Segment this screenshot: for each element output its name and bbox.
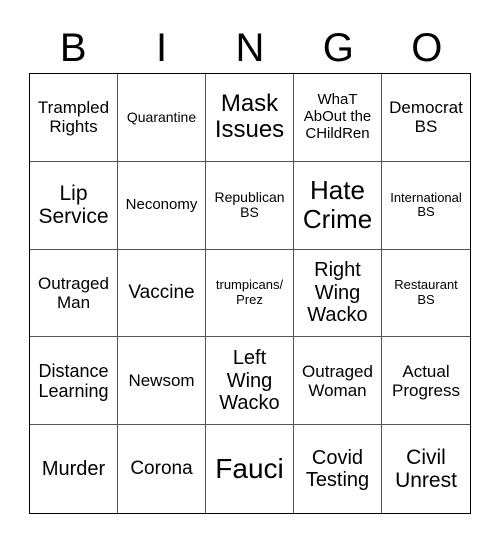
- bingo-cell[interactable]: Hate Crime: [294, 161, 382, 250]
- bingo-cell[interactable]: Trampled Rights: [30, 74, 118, 162]
- cell-text: International BS: [390, 189, 462, 220]
- bingo-cell[interactable]: Republican BS: [206, 161, 294, 250]
- cell-text: Distance Learning: [38, 360, 109, 401]
- header-letter-g: G: [322, 26, 354, 70]
- bingo-cell[interactable]: Fauci: [206, 425, 294, 513]
- bingo-cell[interactable]: Murder: [30, 425, 118, 513]
- cell-text: Republican BS: [214, 188, 285, 221]
- bingo-cell[interactable]: Left Wing Wacko: [206, 337, 294, 426]
- header-letter-n: N: [235, 26, 265, 70]
- bingo-cell[interactable]: WhaT AbOut the CHildRen: [294, 74, 382, 162]
- header-letter-o: O: [411, 26, 443, 70]
- bingo-cell[interactable]: Democrat BS: [382, 74, 470, 162]
- bingo-cell[interactable]: Quarantine: [118, 74, 206, 162]
- bingo-cell[interactable]: Restaurant BS: [382, 250, 470, 338]
- cell-text: Corona: [130, 458, 193, 480]
- bingo-cell[interactable]: Right Wing Wacko: [294, 249, 382, 338]
- bingo-header: B I N G O: [29, 22, 471, 74]
- bingo-cell[interactable]: Neconomy: [118, 161, 206, 250]
- bingo-board: Trampled Rights Quarantine Mask Issues W…: [29, 73, 471, 514]
- cell-text: Democrat BS: [389, 98, 463, 137]
- cell-text: Murder: [41, 457, 106, 480]
- cell-text: Vaccine: [128, 282, 195, 304]
- cell-text: Mask Issues: [214, 89, 285, 144]
- bingo-cell[interactable]: Newsom: [118, 337, 206, 426]
- bingo-cell[interactable]: Outraged Man: [30, 249, 118, 338]
- cell-text: Civil Unrest: [395, 445, 457, 493]
- bingo-cell[interactable]: Lip Service: [30, 161, 118, 250]
- cell-text: Newsom: [128, 371, 195, 391]
- cell-text: Outraged Man: [38, 273, 109, 312]
- cell-text: Covid Testing: [305, 446, 370, 492]
- cell-text: WhaT AbOut the CHildRen: [303, 91, 372, 142]
- bingo-cell[interactable]: Outraged Woman: [294, 337, 382, 426]
- bingo-cell[interactable]: Civil Unrest: [382, 425, 470, 513]
- cell-text: Lip Service: [38, 181, 109, 229]
- cell-text: Right Wing Wacko: [307, 259, 368, 327]
- bingo-cell[interactable]: International BS: [382, 162, 470, 250]
- cell-text: Trampled Rights: [37, 98, 110, 137]
- header-letter-b: B: [59, 26, 87, 70]
- cell-text: Fauci: [215, 453, 284, 485]
- bingo-cell[interactable]: Distance Learning: [30, 337, 118, 426]
- header-letter-i: I: [156, 26, 168, 70]
- bingo-cell[interactable]: trumpicans/ Prez: [206, 249, 294, 338]
- cell-text: Left Wing Wacko: [219, 347, 280, 414]
- bingo-cell[interactable]: Covid Testing: [294, 425, 382, 513]
- bingo-cell[interactable]: Vaccine: [118, 249, 206, 338]
- bingo-cell[interactable]: Actual Progress: [382, 337, 470, 426]
- cell-text: Actual Progress: [391, 361, 461, 400]
- cell-text: Neconomy: [125, 195, 198, 213]
- cell-text: Restaurant BS: [394, 277, 458, 307]
- cell-text: Quarantine: [126, 108, 197, 125]
- cell-text: Outraged Woman: [302, 361, 373, 400]
- bingo-cell[interactable]: Mask Issues: [206, 74, 294, 162]
- cell-text: trumpicans/ Prez: [215, 277, 284, 307]
- bingo-cell[interactable]: Corona: [118, 425, 206, 513]
- cell-text: Hate Crime: [302, 175, 373, 235]
